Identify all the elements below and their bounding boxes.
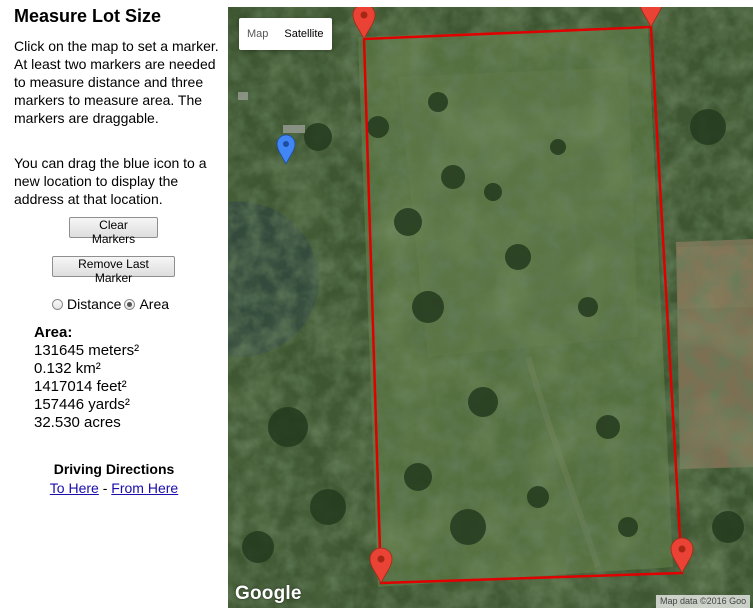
map-type-button[interactable]: Map bbox=[239, 18, 276, 50]
remove-last-marker-button[interactable]: Remove Last Marker bbox=[52, 256, 175, 285]
area-acres: 32.530 acres bbox=[34, 414, 121, 431]
google-logo: Google bbox=[235, 583, 302, 604]
area-results: Area: 131645 meters² 0.132 km² 1417014 f… bbox=[34, 324, 139, 432]
instructions-text: Click on the map to set a marker. At lea… bbox=[14, 38, 219, 126]
from-here-link[interactable]: From Here bbox=[111, 480, 178, 496]
mode-selector: Distance Area bbox=[52, 296, 169, 312]
driving-directions-title: Driving Directions bbox=[53, 461, 175, 477]
satellite-type-button[interactable]: Satellite bbox=[276, 18, 331, 50]
distance-radio[interactable] bbox=[52, 298, 63, 310]
area-sq-meters: 131645 meters² bbox=[34, 342, 140, 359]
area-sq-km: 0.132 km² bbox=[34, 360, 101, 377]
map-attribution[interactable]: Map data ©2016 Goo bbox=[656, 595, 751, 608]
to-here-link[interactable]: To Here bbox=[50, 480, 99, 496]
satellite-imagery[interactable] bbox=[228, 7, 753, 608]
area-radio-label[interactable]: Area bbox=[139, 296, 169, 312]
clear-markers-button[interactable]: Clear Markers bbox=[69, 217, 158, 246]
map-canvas[interactable]: Map Satellite Google Map data ©2016 Goo bbox=[228, 7, 753, 608]
area-sq-yards: 157446 yards² bbox=[34, 396, 130, 413]
directions-separator: - bbox=[98, 480, 112, 496]
drag-hint-text: You can drag the blue icon to a new loca… bbox=[14, 155, 207, 207]
map-type-control: Map Satellite bbox=[239, 18, 332, 50]
area-title: Area: bbox=[34, 324, 73, 341]
page-title: Measure Lot Size bbox=[14, 6, 162, 26]
driving-directions-links: To Here - From Here bbox=[0, 480, 228, 496]
area-sq-feet: 1417014 feet² bbox=[34, 378, 127, 395]
sidebar: Measure Lot Size Click on the map to set… bbox=[0, 0, 228, 608]
distance-radio-label[interactable]: Distance bbox=[67, 296, 121, 312]
area-radio[interactable] bbox=[124, 298, 136, 310]
